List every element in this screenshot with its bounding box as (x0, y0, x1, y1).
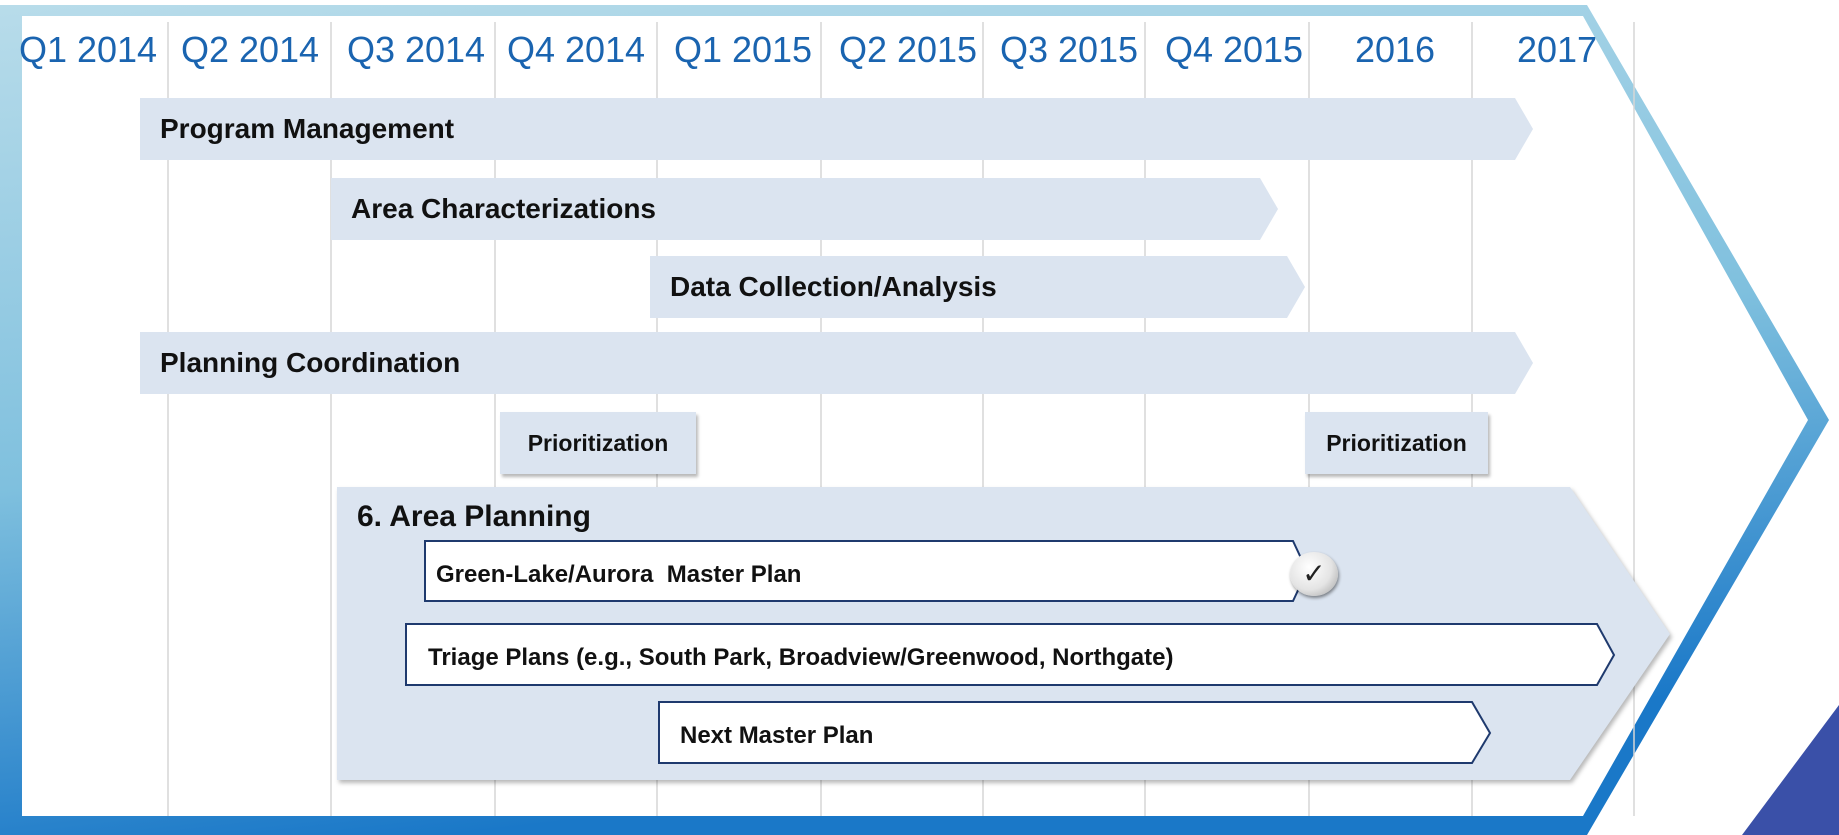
sub-bar-label: Green-Lake/Aurora Master Plan (436, 561, 802, 588)
track-data-collection-analysis: Data Collection/Analysis (650, 256, 1305, 318)
milestone-prioritization: Prioritization (1305, 412, 1488, 474)
track-area-characterizations: Area Characterizations (331, 178, 1278, 240)
completed-check-icon: ✓ (1290, 552, 1338, 596)
column-label: 2017 (1516, 29, 1598, 70)
column-label: Q3 2014 (346, 29, 486, 70)
area-planning-title: 6. Area Planning (357, 500, 591, 533)
corner-accent (1742, 705, 1839, 835)
track-program-management: Program Management (140, 98, 1533, 160)
sub-bar-label: Triage Plans (e.g., South Park, Broadvie… (428, 644, 1174, 671)
column-label: Q2 2014 (180, 29, 320, 70)
milestone-label: Prioritization (1326, 430, 1467, 456)
column-label: Q3 2015 (999, 29, 1139, 70)
sub-bar-label: Next Master Plan (680, 722, 874, 749)
track-label: Program Management (160, 113, 455, 144)
column-label: Q4 2014 (506, 29, 646, 70)
column-label: Q4 2015 (1164, 29, 1304, 70)
column-label: Q2 2015 (838, 29, 978, 70)
track-label: Area Characterizations (351, 193, 657, 224)
column-label: Q1 2014 (18, 29, 158, 70)
column-label: 2016 (1354, 29, 1436, 70)
track-label: Planning Coordination (160, 347, 461, 378)
column-label: Q1 2015 (673, 29, 813, 70)
track-label: Data Collection/Analysis (670, 271, 997, 302)
track-planning-coordination: Planning Coordination (140, 332, 1533, 394)
milestone-label: Prioritization (527, 430, 669, 456)
milestone-prioritization: Prioritization (500, 412, 696, 474)
